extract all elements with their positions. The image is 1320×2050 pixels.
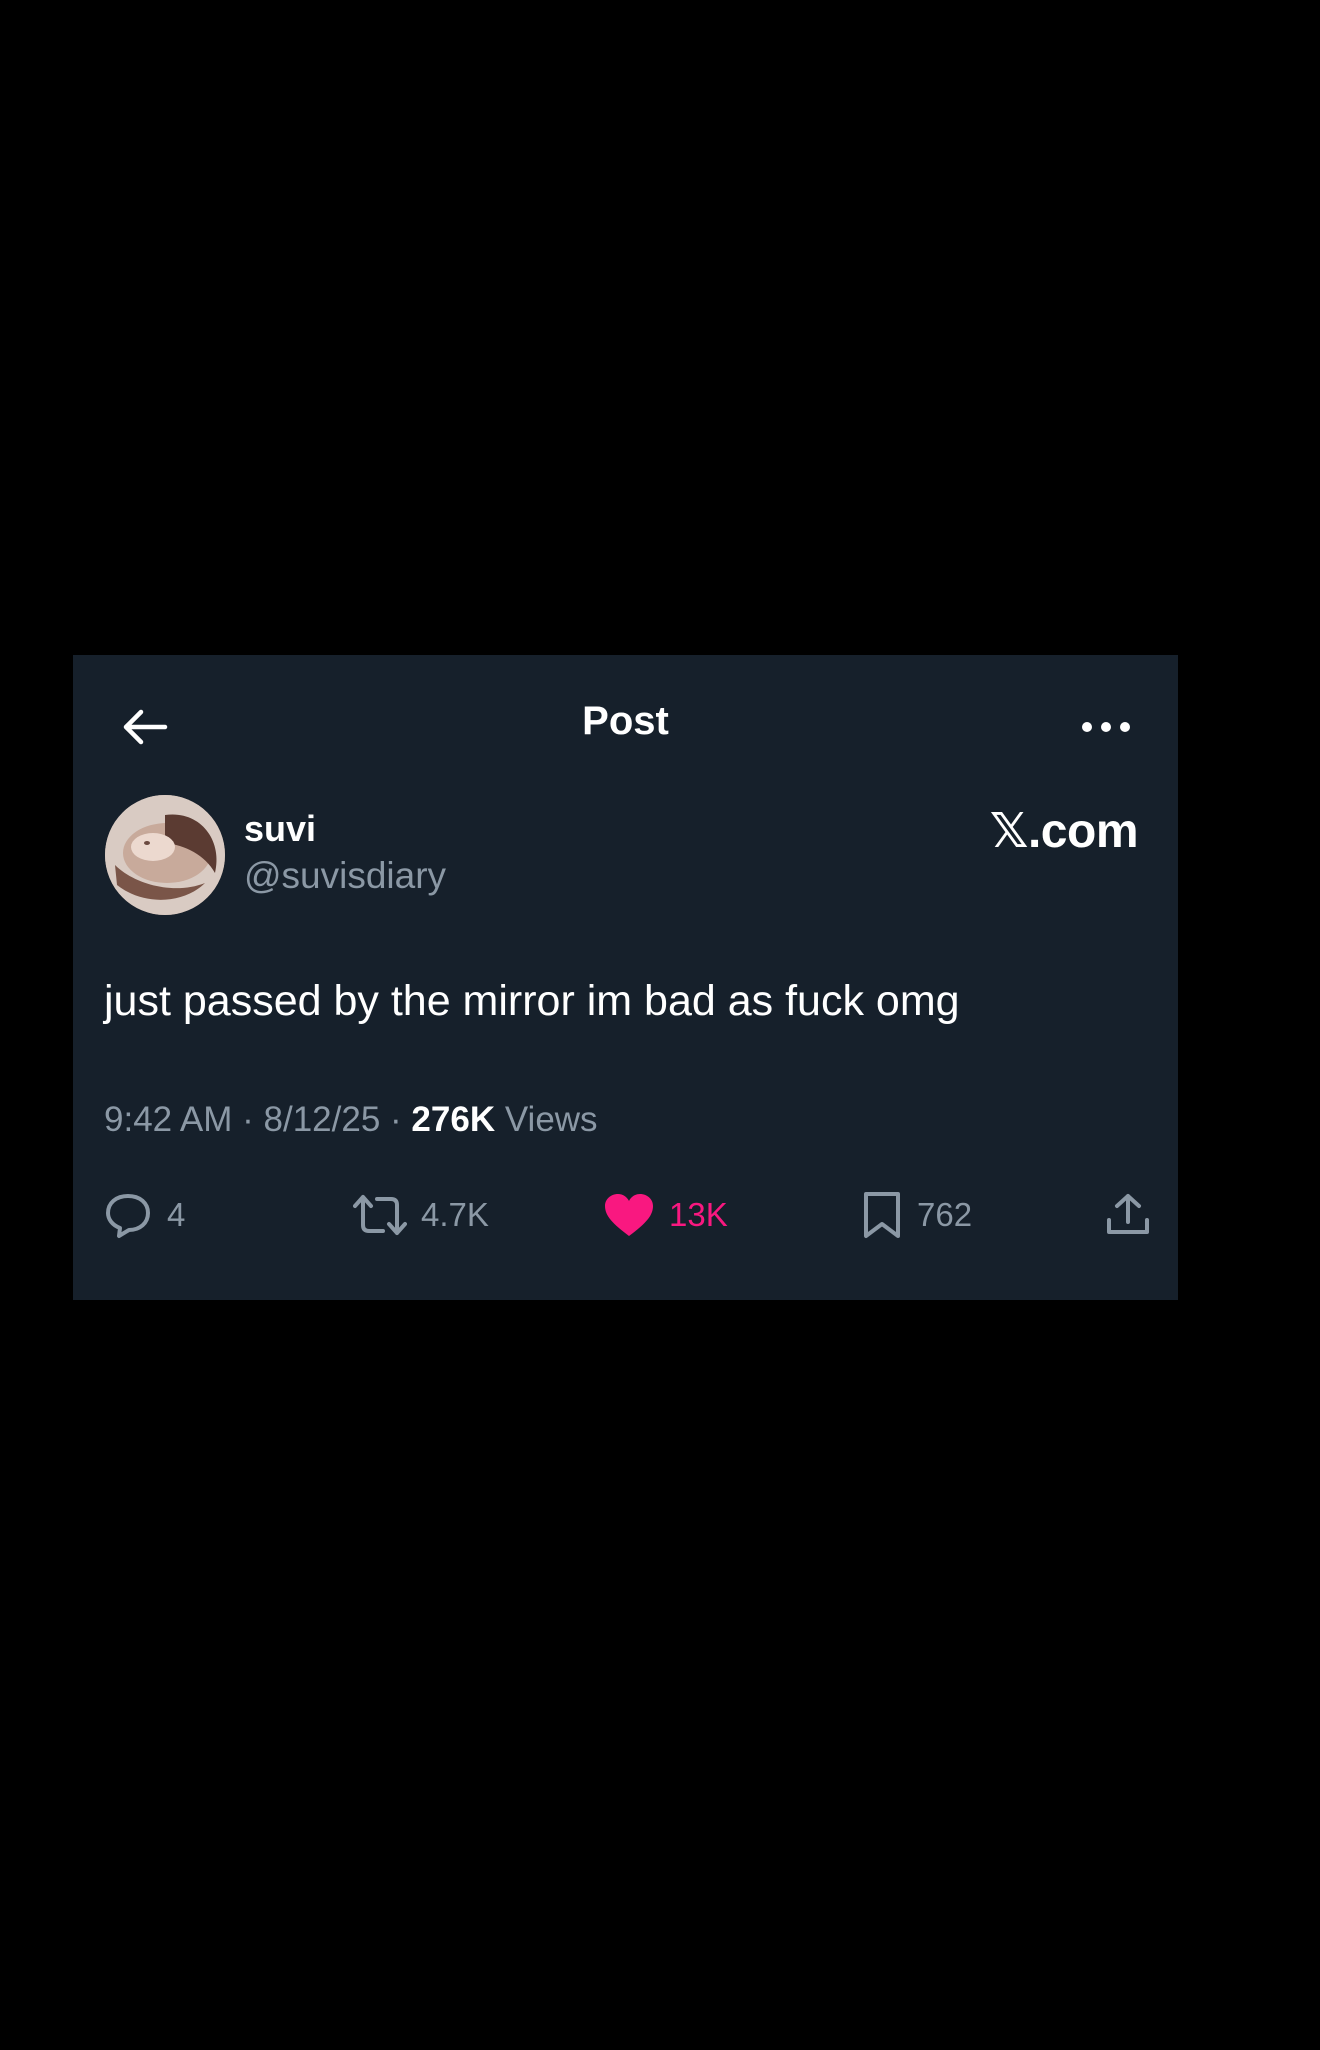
post-time[interactable]: 9:42 AM bbox=[104, 1100, 232, 1139]
reply-icon bbox=[103, 1190, 153, 1240]
post-text: just passed by the mirror im bad as fuck… bbox=[104, 977, 960, 1025]
meta-separator: · bbox=[380, 1100, 412, 1139]
brand-logo: 𝕏.com bbox=[989, 805, 1139, 858]
repost-icon bbox=[353, 1193, 407, 1237]
repost-count: 4.7K bbox=[421, 1196, 489, 1233]
top-bar: Post bbox=[73, 655, 1178, 790]
action-bar: 4 4.7K 13K 762 bbox=[73, 1180, 1178, 1250]
post-card: Post suvi @suvisdiary 𝕏.com just passed … bbox=[73, 655, 1178, 1300]
post-date[interactable]: 8/12/25 bbox=[264, 1100, 381, 1139]
meta-separator: · bbox=[232, 1100, 264, 1139]
avatar-image bbox=[105, 795, 225, 915]
page-title: Post bbox=[582, 699, 669, 743]
author-display-name[interactable]: suvi bbox=[244, 808, 316, 850]
post-meta: 9:42 AM · 8/12/25 · 276K Views bbox=[104, 1100, 598, 1140]
author-handle[interactable]: @suvisdiary bbox=[244, 855, 446, 897]
bookmark-count: 762 bbox=[917, 1196, 973, 1233]
like-button[interactable]: 13K bbox=[603, 1180, 728, 1250]
views-label: Views bbox=[504, 1100, 598, 1139]
reply-count: 4 bbox=[167, 1196, 186, 1233]
bookmark-button[interactable]: 762 bbox=[861, 1180, 972, 1250]
like-count: 13K bbox=[669, 1196, 728, 1233]
views-count: 276K bbox=[411, 1100, 496, 1139]
avatar[interactable] bbox=[105, 795, 225, 915]
reply-button[interactable]: 4 bbox=[103, 1180, 185, 1250]
share-icon bbox=[1105, 1192, 1151, 1238]
bookmark-icon bbox=[861, 1190, 903, 1240]
heart-filled-icon bbox=[603, 1192, 655, 1238]
more-options-button[interactable] bbox=[1074, 699, 1138, 755]
more-horizontal-icon bbox=[1080, 720, 1132, 734]
share-button[interactable] bbox=[1105, 1180, 1151, 1250]
repost-button[interactable]: 4.7K bbox=[353, 1180, 489, 1250]
